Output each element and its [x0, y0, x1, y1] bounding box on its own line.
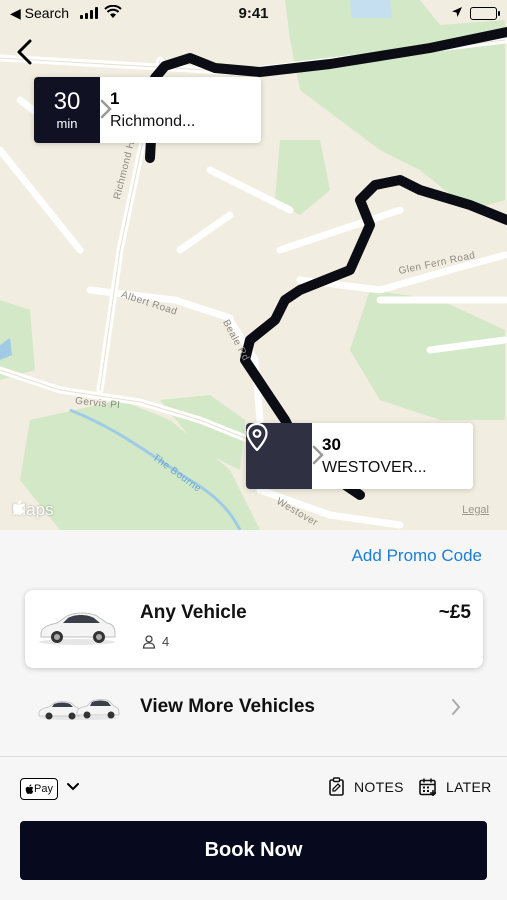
- location-pin-icon: [246, 423, 268, 451]
- eta-unit: min: [56, 115, 78, 131]
- pickup-line1: 1: [110, 89, 120, 108]
- pickup-card[interactable]: 30 min 1 Richmond...: [34, 77, 261, 143]
- seat-count: 4: [162, 634, 170, 649]
- apple-pay-label: Pay: [34, 783, 53, 795]
- book-now-button[interactable]: Book Now: [20, 821, 487, 880]
- vehicle-name: Any Vehicle: [140, 602, 247, 623]
- maps-attribution: Maps: [12, 500, 54, 520]
- clock: 9:41: [238, 5, 269, 22]
- pickup-line2: Richmond...: [110, 113, 196, 130]
- legal-link[interactable]: Legal: [462, 504, 489, 516]
- dropoff-card[interactable]: 30 WESTOVER...: [246, 423, 473, 489]
- dropoff-icon-box: [246, 423, 312, 489]
- apple-logo-icon: [13, 500, 24, 515]
- map-view[interactable]: Richmond Hill Albert Road Beale Rd Glen …: [0, 0, 507, 530]
- booking-sheet: Add Promo Code Any Vehicle 4 ~£5 View Mo…: [0, 530, 507, 900]
- dropoff-line1: 30: [322, 435, 341, 454]
- chevron-down-icon[interactable]: [66, 782, 80, 792]
- back-button[interactable]: [10, 36, 40, 68]
- chevron-right-icon: [100, 99, 112, 119]
- chevron-right-icon: [312, 445, 324, 465]
- apple-pay-selector[interactable]: Pay: [20, 778, 58, 800]
- vehicle-seats: 4: [142, 634, 169, 649]
- notes-button[interactable]: NOTES: [328, 777, 404, 797]
- apple-logo-icon: [25, 783, 34, 794]
- options-row: Pay NOTES LATER: [20, 776, 491, 802]
- car-icon: [39, 612, 116, 645]
- chevron-left-icon: [17, 39, 32, 65]
- chevron-right-icon: [452, 699, 461, 715]
- cars-icon: [38, 699, 120, 720]
- eta-box: 30 min: [34, 77, 100, 143]
- person-icon: [142, 634, 156, 649]
- later-label: LATER: [446, 779, 492, 795]
- status-bar: ◀ Search 9:41: [0, 0, 507, 28]
- notes-label: NOTES: [354, 779, 404, 795]
- view-more-label: View More Vehicles: [140, 696, 315, 717]
- calendar-icon: [419, 778, 436, 796]
- dropoff-line2: WESTOVER...: [322, 459, 427, 476]
- view-more-vehicles-button[interactable]: View More Vehicles: [25, 680, 483, 736]
- location-arrow-icon: [452, 7, 462, 17]
- vehicle-price: ~£5: [438, 602, 471, 623]
- notes-icon: [329, 777, 344, 796]
- vehicle-option-any[interactable]: Any Vehicle 4 ~£5: [25, 590, 483, 668]
- later-button[interactable]: LATER: [418, 777, 492, 797]
- eta-value: 30: [53, 87, 81, 115]
- battery-icon: [470, 7, 500, 20]
- divider: [0, 756, 507, 757]
- add-promo-code-link[interactable]: Add Promo Code: [352, 546, 482, 566]
